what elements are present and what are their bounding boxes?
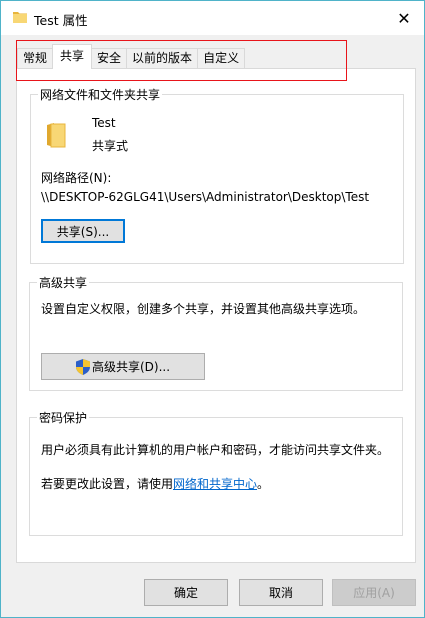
advanced-share-title: 高级共享	[37, 274, 90, 291]
change-setting-suffix: 。	[257, 477, 270, 491]
share-button[interactable]: 共享(S)...	[41, 219, 125, 243]
share-status: 共享式	[92, 139, 129, 153]
network-sharing-center-link[interactable]: 网络和共享中心	[173, 477, 257, 491]
title-bar: Test 属性 ✕	[1, 1, 424, 35]
shared-folder-icon	[47, 123, 66, 148]
apply-button[interactable]: 应用(A)	[332, 579, 416, 606]
tab-security[interactable]: 安全	[91, 48, 128, 69]
password-title: 密码保护	[37, 409, 90, 426]
tab-sharing[interactable]: 共享	[52, 44, 93, 69]
tab-strip: 常规 共享 安全 以前的版本 自定义	[17, 44, 246, 69]
ok-button[interactable]: 确定	[144, 579, 228, 606]
tab-previous-versions[interactable]: 以前的版本	[126, 48, 199, 69]
change-setting-prefix: 若要更改此设置，请使用	[41, 477, 174, 491]
change-setting-text: 若要更改此设置，请使用网络和共享中心。	[41, 475, 269, 492]
password-description: 用户必须具有此计算机的用户帐户和密码，才能访问共享文件夹。	[41, 443, 390, 457]
cancel-button[interactable]: 取消	[239, 579, 323, 606]
folder-name: Test	[92, 116, 116, 130]
close-button[interactable]: ✕	[384, 1, 424, 35]
network-path-label: 网络路径(N):	[41, 171, 112, 185]
shield-icon	[75, 358, 90, 375]
properties-window: Test 属性 ✕ 常规 共享 安全 以前的版本 自定义 网络文件和文件夹共享 …	[0, 0, 425, 618]
network-share-title: 网络文件和文件夹共享	[38, 86, 163, 103]
advanced-share-button-label: 高级共享(D)...	[91, 360, 171, 374]
close-icon: ✕	[397, 8, 411, 28]
advanced-share-button[interactable]: 高级共享(D)...	[41, 353, 205, 380]
tab-customize[interactable]: 自定义	[197, 48, 246, 69]
advanced-share-description: 设置自定义权限，创建多个共享，并设置其他高级共享选项。	[41, 302, 366, 316]
folder-icon	[13, 12, 27, 23]
tab-general[interactable]: 常规	[17, 48, 54, 69]
network-path-value: \\DESKTOP-62GLG41\Users\Administrator\De…	[41, 190, 370, 204]
window-title: Test 属性	[34, 13, 88, 28]
